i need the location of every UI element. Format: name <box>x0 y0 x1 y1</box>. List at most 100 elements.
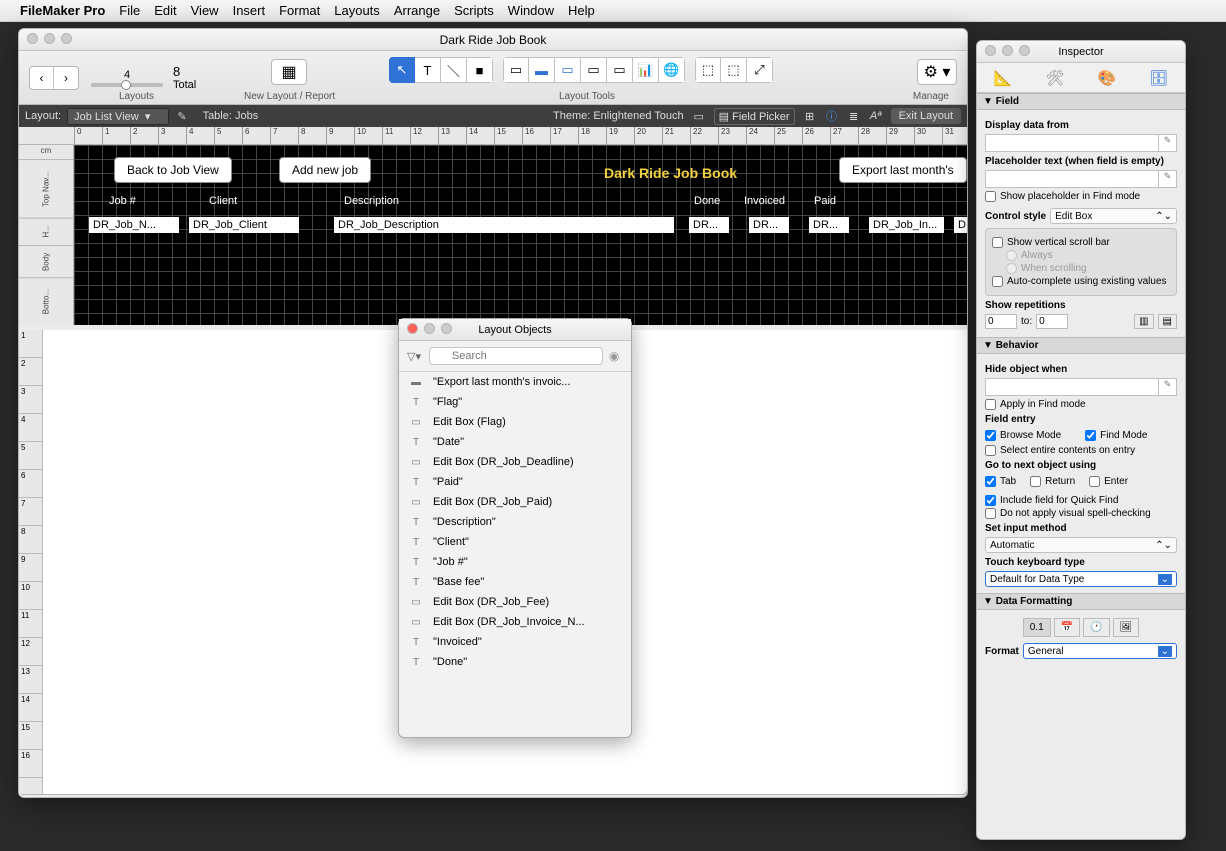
menu-insert[interactable]: Insert <box>233 3 266 18</box>
autocomplete[interactable]: Auto-complete using existing values <box>992 276 1170 287</box>
placeholder-input[interactable]: ✎ <box>985 170 1177 188</box>
col-invoiced[interactable]: Invoiced <box>744 195 785 207</box>
fmt-graphic-icon[interactable]: 🖼 <box>1113 618 1140 637</box>
field-desc[interactable]: DR_Job_Description <box>334 217 674 233</box>
col-paid[interactable]: Paid <box>814 195 836 207</box>
list-item[interactable]: T"Job #" <box>399 552 631 572</box>
section-behavior[interactable]: ▼ Behavior <box>977 337 1185 354</box>
field-picker-button[interactable]: ▤ Field Picker <box>714 108 795 125</box>
button-tool[interactable]: ▬ <box>529 57 555 83</box>
tab-tool[interactable]: ▭ <box>581 57 607 83</box>
field-inv2[interactable]: DR_Job_In... <box>869 217 944 233</box>
list-item[interactable]: ▭Edit Box (DR_Job_Invoice_N... <box>399 612 631 632</box>
menu-edit[interactable]: Edit <box>154 3 176 18</box>
touch-kb-select[interactable]: Default for Data Type⌄ <box>985 571 1177 587</box>
display-data-input[interactable]: ✎ <box>985 134 1177 152</box>
menu-arrange[interactable]: Arrange <box>394 3 440 18</box>
menu-help[interactable]: Help <box>568 3 595 18</box>
inspector-controls[interactable] <box>985 45 1030 56</box>
menu-layouts[interactable]: Layouts <box>334 3 380 18</box>
titlebar[interactable]: Dark Ride Job Book <box>19 29 967 51</box>
manage-button[interactable]: ⚙ ▾ <box>917 59 957 85</box>
list-item[interactable]: T"Done" <box>399 652 631 672</box>
select-entire[interactable]: Select entire contents on entry <box>985 445 1177 456</box>
list-item[interactable]: T"Paid" <box>399 472 631 492</box>
show-placeholder-find[interactable]: Show placeholder in Find mode <box>985 191 1177 202</box>
canvas-title[interactable]: Dark Ride Job Book <box>604 165 737 181</box>
layers-icon[interactable]: ≣ <box>847 109 861 123</box>
edit-layout-icon[interactable]: ✎ <box>177 110 186 123</box>
next-record-button[interactable]: › <box>54 67 78 89</box>
webviewer-tool[interactable]: 🌐 <box>659 57 685 83</box>
input-method-select[interactable]: Automatic⌃⌄ <box>985 537 1177 553</box>
enter-chk[interactable]: Enter <box>1089 476 1128 487</box>
app-name[interactable]: FileMaker Pro <box>20 3 105 18</box>
section-field[interactable]: ▼ Field <box>977 93 1185 110</box>
aa-icon[interactable]: Aª <box>869 109 883 123</box>
fmt-time-icon[interactable]: 🕐 <box>1083 618 1109 637</box>
list-item[interactable]: T"Base fee" <box>399 572 631 592</box>
export-button[interactable]: Export last month's <box>839 157 967 183</box>
objects-search-input[interactable] <box>429 347 603 365</box>
section-data-formatting[interactable]: ▼ Data Formatting <box>977 593 1185 610</box>
visibility-icon[interactable]: ◉ <box>609 349 623 363</box>
menu-file[interactable]: File <box>119 3 140 18</box>
layout-canvas[interactable]: Dark Ride Job Book Back to Job View Add … <box>74 145 967 325</box>
col-done[interactable]: Done <box>694 195 720 207</box>
menu-format[interactable]: Format <box>279 3 320 18</box>
rep-horiz-icon[interactable]: ▤ <box>1158 314 1177 329</box>
rep-vert-icon[interactable]: ▥ <box>1134 314 1153 329</box>
tab-styles-icon[interactable]: 🛠 <box>1045 69 1064 87</box>
show-vscroll[interactable]: Show vertical scroll bar <box>992 237 1170 248</box>
rep-to[interactable] <box>1036 314 1068 329</box>
rep-from[interactable] <box>985 314 1017 329</box>
field-last[interactable]: D... <box>954 217 968 233</box>
list-item[interactable]: T"Date" <box>399 432 631 452</box>
list-item[interactable]: ▭Edit Box (DR_Job_Paid) <box>399 492 631 512</box>
list-item[interactable]: ▭Edit Box (Flag) <box>399 412 631 432</box>
return-chk[interactable]: Return <box>1030 476 1075 487</box>
window-controls[interactable] <box>27 33 72 44</box>
format-select[interactable]: General⌄ <box>1023 643 1177 659</box>
field-client[interactable]: DR_Job_Client <box>189 217 299 233</box>
part-bottom[interactable]: Botto... <box>19 277 73 325</box>
col-job[interactable]: Job # <box>109 195 136 207</box>
add-job-button[interactable]: Add new job <box>279 157 371 183</box>
filter-icon[interactable]: ▽▾ <box>407 350 423 363</box>
list-item[interactable]: T"Description" <box>399 512 631 532</box>
panel-controls[interactable] <box>407 323 452 334</box>
line-tool[interactable]: ＼ <box>441 57 467 83</box>
back-button[interactable]: Back to Job View <box>114 157 232 183</box>
quick-find[interactable]: Include field for Quick Find <box>985 495 1177 506</box>
tab-chk[interactable]: Tab <box>985 476 1016 487</box>
record-slider[interactable]: 4 <box>91 69 163 87</box>
prev-record-button[interactable]: ‹ <box>30 67 54 89</box>
col-client[interactable]: Client <box>209 195 237 207</box>
buttonbar-tool[interactable]: ▭ <box>555 57 581 83</box>
layout-select[interactable]: Job List View ▾ <box>67 108 169 125</box>
col-desc[interactable]: Description <box>344 195 399 207</box>
browse-mode[interactable]: Browse Mode <box>985 430 1061 441</box>
shape-tool[interactable]: ■ <box>467 57 493 83</box>
control-style-select[interactable]: Edit Box⌃⌄ <box>1050 208 1177 224</box>
selection-tool[interactable]: ↖ <box>389 57 415 83</box>
field-inv1[interactable]: DR... <box>749 217 789 233</box>
field-job[interactable]: DR_Job_N... <box>89 217 179 233</box>
part-body[interactable]: Body <box>19 245 73 277</box>
find-mode[interactable]: Find Mode <box>1085 430 1147 441</box>
menu-window[interactable]: Window <box>508 3 554 18</box>
theme-label[interactable]: Theme: Enlightened Touch <box>553 110 684 122</box>
list-item[interactable]: T"Client" <box>399 532 631 552</box>
menu-view[interactable]: View <box>191 3 219 18</box>
dropper-tool[interactable]: ⤢ <box>747 57 773 83</box>
menu-scripts[interactable]: Scripts <box>454 3 494 18</box>
grid-icon[interactable]: ⊞ <box>803 109 817 123</box>
new-layout-button[interactable]: ▦ <box>271 59 307 85</box>
part-tool[interactable]: ⬚ <box>695 57 721 83</box>
list-item[interactable]: ▬"Export last month's invoic... <box>399 372 631 392</box>
list-item[interactable]: ▭Edit Box (DR_Job_Deadline) <box>399 452 631 472</box>
part-top-nav[interactable]: Top Nav... <box>19 159 73 218</box>
layout-objects-panel[interactable]: Layout Objects ▽▾ ◉ ▬"Export last month'… <box>398 318 632 738</box>
spell-check[interactable]: Do not apply visual spell-checking <box>985 508 1177 519</box>
text-tool[interactable]: T <box>415 57 441 83</box>
